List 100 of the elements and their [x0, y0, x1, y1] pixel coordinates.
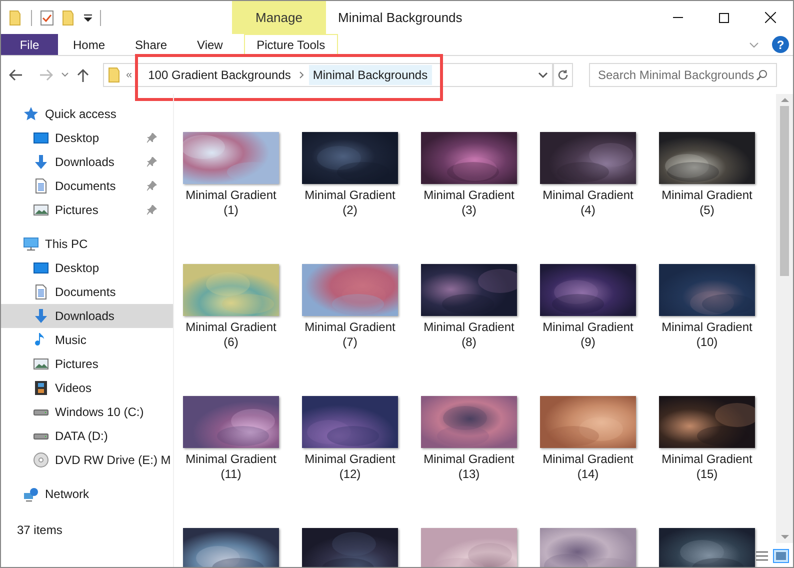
nav-item[interactable]: Documents — [1, 174, 173, 198]
file-item[interactable]: Minimal Gradient (14) — [533, 396, 643, 528]
recent-caret-icon[interactable] — [61, 72, 69, 78]
file-number: (1) — [224, 203, 238, 218]
nav-item[interactable]: DVD RW Drive (E:) M — [1, 448, 173, 472]
file-name: Minimal Gradient — [424, 320, 514, 335]
file-item[interactable]: Minimal Gradient (12) — [295, 396, 405, 528]
file-item[interactable]: Minimal Gradient (3) — [414, 132, 524, 264]
ribbon-tab[interactable]: Picture Tools — [244, 34, 338, 55]
refresh-button[interactable] — [553, 63, 573, 87]
nav-label: Downloads — [55, 308, 116, 325]
nav-item[interactable]: Videos — [1, 376, 173, 400]
file-item[interactable]: Minimal Gradient (11) — [176, 396, 286, 528]
file-item[interactable]: Minimal Gradient (13) — [414, 396, 524, 528]
nav-label: DVD RW Drive (E:) M — [55, 452, 171, 469]
file-name: Minimal Gradient — [662, 188, 752, 203]
nav-label: Quick access — [45, 106, 118, 123]
context-tab-header: Manage — [232, 1, 326, 34]
nav-item[interactable]: Pictures — [1, 198, 173, 222]
thumbnail-view-icon[interactable] — [773, 549, 789, 563]
nav-label: Desktop — [55, 130, 100, 147]
nav-label: Pictures — [55, 356, 100, 373]
pin-icon — [147, 157, 157, 167]
file-name: Minimal Gradient — [662, 452, 752, 467]
nav-item[interactable]: Pictures — [1, 352, 173, 376]
file-tab[interactable]: File — [1, 34, 58, 55]
file-number: (15) — [696, 467, 718, 482]
search-icon — [756, 69, 768, 81]
scrollbar[interactable] — [776, 94, 793, 543]
nav-item[interactable]: Network — [1, 482, 173, 506]
overflow-chevron[interactable]: « — [126, 66, 132, 84]
nav-label: Videos — [55, 380, 92, 397]
file-name: Minimal Gradient — [304, 188, 396, 203]
pin-icon — [147, 181, 157, 191]
file-name: Minimal Gradient — [542, 320, 634, 335]
file-number: (7) — [342, 335, 358, 350]
nav-label: Network — [45, 486, 90, 503]
file-item[interactable]: Minimal Gradient (10) — [652, 264, 762, 396]
file-name: Minimal Gradient — [424, 452, 514, 467]
file-name: Minimal Gradient — [542, 188, 634, 203]
folder-icon[interactable] — [62, 10, 76, 26]
file-item[interactable]: Minimal Gradient (8) — [414, 264, 524, 396]
folder-icon[interactable] — [9, 10, 23, 26]
nav-item[interactable]: Documents — [1, 280, 173, 304]
nav-label: DATA (D:) — [55, 428, 109, 445]
file-item[interactable]: Minimal Gradient (7) — [295, 264, 405, 396]
nav-item[interactable]: Desktop — [1, 256, 173, 280]
ribbon-tab[interactable]: Home — [58, 34, 120, 55]
nav-item[interactable]: Downloads — [1, 304, 173, 328]
scroll-down-icon[interactable] — [780, 535, 788, 539]
file-name: Minimal Gradient — [304, 452, 396, 467]
ribbon-tab[interactable]: View — [182, 34, 238, 55]
nav-label: Windows 10 (C:) — [55, 404, 145, 421]
file-item[interactable]: Minimal Gradient (2) — [295, 132, 405, 264]
up-arrow-icon[interactable] — [77, 68, 89, 82]
forward-arrow-icon[interactable] — [39, 69, 53, 81]
dropdown-caret-icon[interactable] — [538, 71, 548, 79]
nav-item[interactable]: Quick access — [1, 102, 173, 126]
back-arrow-icon[interactable] — [9, 69, 23, 81]
file-name: Minimal Gradient — [186, 452, 276, 467]
file-number: (6) — [224, 335, 238, 350]
nav-label: Documents — [55, 178, 117, 195]
ribbon-tab[interactable]: Share — [120, 34, 182, 55]
film-icon — [33, 380, 49, 396]
nav-label: Music — [55, 332, 88, 349]
breadcrumb[interactable]: Minimal Backgrounds — [308, 65, 432, 85]
file-item[interactable]: Minimal Gradient (6) — [176, 264, 286, 396]
file-number: (8) — [462, 335, 476, 350]
nav-item[interactable]: Downloads — [1, 150, 173, 174]
breadcrumb[interactable]: 100 Gradient Backgrounds — [144, 65, 295, 85]
file-item[interactable]: Minimal Gradient (5) — [652, 132, 762, 264]
file-number: (3) — [462, 203, 476, 218]
help-button[interactable]: ? — [772, 36, 789, 53]
close-icon — [764, 12, 776, 23]
file-item[interactable]: Minimal Gradient (1) — [176, 132, 286, 264]
checklist-icon[interactable] — [40, 10, 54, 26]
file-item[interactable]: Minimal Gradient (15) — [652, 396, 762, 528]
details-view-icon[interactable] — [755, 549, 769, 563]
file-name: Minimal Gradient — [662, 320, 752, 335]
file-number: (10) — [696, 335, 718, 350]
nav-item[interactable]: Desktop — [1, 126, 173, 150]
desktop-icon — [33, 130, 49, 146]
dropdown-caret-icon[interactable] — [84, 14, 92, 22]
nav-item[interactable]: This PC — [1, 232, 173, 256]
file-item[interactable]: Minimal Gradient (4) — [533, 132, 643, 264]
nav-item[interactable]: DATA (D:) — [1, 424, 173, 448]
nav-item[interactable]: Music — [1, 328, 173, 352]
file-name: Minimal Gradient — [186, 320, 276, 335]
nav-item[interactable]: Windows 10 (C:) — [1, 400, 173, 424]
address-bar[interactable]: « 100 Gradient Backgrounds Minimal Backgrounds — [103, 63, 553, 87]
star-icon — [23, 106, 39, 122]
scroll-thumb[interactable] — [780, 106, 789, 276]
file-item[interactable]: Minimal Gradient (9) — [533, 264, 643, 396]
drive-icon — [33, 408, 49, 416]
file-number: (12) — [339, 467, 361, 482]
scroll-up-icon[interactable] — [780, 98, 788, 102]
pin-icon — [147, 133, 157, 143]
drive-icon — [33, 432, 49, 440]
nav-label: This PC — [45, 236, 89, 253]
search-field[interactable]: Search Minimal Backgrounds — [589, 63, 777, 87]
